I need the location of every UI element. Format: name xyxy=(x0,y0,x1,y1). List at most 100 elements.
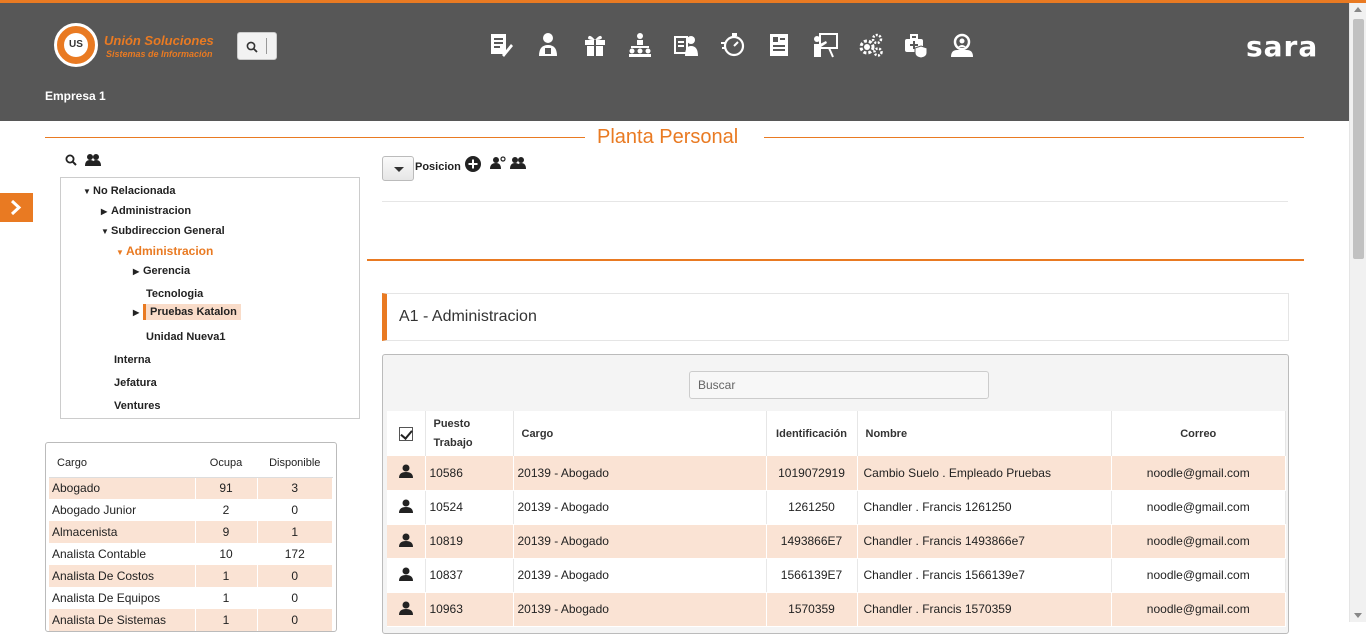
grid-search-input[interactable] xyxy=(689,371,989,399)
sara-brand-logo[interactable]: sara xyxy=(1246,30,1318,63)
cell-puesto: 10837 xyxy=(425,558,514,593)
column-header-nombre[interactable]: Nombre xyxy=(857,411,1112,456)
global-search-button[interactable] xyxy=(237,32,277,60)
cell-cargo: 20139 - Abogado xyxy=(513,558,767,593)
caret-right-icon: ▶ xyxy=(101,207,108,216)
cell-nombre: Chandler . Francis 1261250 xyxy=(857,490,1112,525)
table-row[interactable]: Analista De Sistemas 1 0 xyxy=(49,609,333,631)
table-row[interactable]: 10819 20139 - Abogado 1493866E7 Chandler… xyxy=(387,524,1286,559)
table-row[interactable]: Almacenista 9 1 xyxy=(49,521,333,543)
table-row[interactable]: Abogado 91 3 xyxy=(49,477,333,499)
tree-node-active[interactable]: ▼ Administracion xyxy=(116,244,213,258)
user-icon xyxy=(398,567,413,581)
row-user-icon-cell[interactable] xyxy=(387,592,426,627)
user-card-icon[interactable] xyxy=(672,31,700,59)
cell-disponible: 0 xyxy=(257,499,333,521)
cell-puesto: 10524 xyxy=(425,490,514,525)
gears-icon[interactable] xyxy=(857,31,885,59)
tree-node[interactable]: ▶ Administracion xyxy=(101,205,191,217)
column-header-cargo[interactable]: Cargo xyxy=(513,411,767,456)
cell-disponible: 172 xyxy=(257,543,333,565)
cell-nombre: Chandler . Francis 1570359 xyxy=(857,592,1112,627)
column-header-ocupa[interactable]: Ocupa xyxy=(195,449,257,478)
column-header-cargo[interactable]: Cargo xyxy=(49,449,195,478)
stopwatch-icon[interactable] xyxy=(719,31,747,59)
position-dropdown-button[interactable] xyxy=(382,156,414,181)
table-row[interactable]: 10837 20139 - Abogado 1566139E7 Chandler… xyxy=(387,558,1286,593)
table-row[interactable]: Abogado Junior 2 0 xyxy=(49,499,333,521)
tree-node-label: Unidad Nueva1 xyxy=(146,331,226,343)
users-icon[interactable] xyxy=(85,153,101,166)
table-row[interactable]: Analista De Equipos 1 0 xyxy=(49,587,333,609)
scroll-down-arrow-icon[interactable] xyxy=(1354,613,1362,618)
row-user-icon-cell[interactable] xyxy=(387,490,426,525)
tree-node-selected[interactable]: ▶ Pruebas Katalon xyxy=(133,304,241,320)
user-admin-icon[interactable] xyxy=(534,31,562,59)
tree-node[interactable]: ▼ No Relacionada xyxy=(83,185,176,197)
logo-badge: US xyxy=(54,23,98,67)
tree-node[interactable]: Unidad Nueva1 xyxy=(146,331,225,343)
caret-down-icon: ▼ xyxy=(83,187,91,196)
gift-icon[interactable] xyxy=(581,31,609,59)
tree-toolbar xyxy=(65,153,115,169)
tree-node[interactable]: Jefatura xyxy=(114,377,157,389)
cell-cargo: 20139 - Abogado xyxy=(513,524,767,559)
cell-correo: noodle@gmail.com xyxy=(1111,456,1286,491)
presentation-icon[interactable] xyxy=(811,31,839,59)
cell-cargo: 20139 - Abogado xyxy=(513,456,767,491)
tree-node[interactable]: Tecnologia xyxy=(146,288,203,300)
column-header-identificacion[interactable]: Identificación xyxy=(766,411,858,456)
cargo-summary-panel: Cargo Ocupa Disponible Abogado 91 3 Abogad… xyxy=(45,442,337,632)
row-user-icon-cell[interactable] xyxy=(387,524,426,559)
table-row[interactable]: Analista De Costos 1 0 xyxy=(49,565,333,587)
unit-header: A1 - Administracion xyxy=(382,293,1289,341)
logo-title: Unión Soluciones xyxy=(104,33,214,48)
table-row[interactable]: 10586 20139 - Abogado 1019072919 Cambio … xyxy=(387,456,1286,491)
caret-right-icon: ▶ xyxy=(133,308,140,317)
cell-ocupa: 1 xyxy=(195,565,258,587)
page-scrollbar[interactable] xyxy=(1349,3,1366,622)
select-all-checkbox-header[interactable] xyxy=(387,411,426,456)
table-row[interactable]: Analista Contable 10 172 xyxy=(49,543,333,565)
document-edit-icon[interactable] xyxy=(486,31,514,59)
cell-identificacion: 1566139E7 xyxy=(766,558,858,593)
search-icon xyxy=(246,41,258,53)
cell-cargo: Analista Contable xyxy=(49,543,196,565)
org-chart-icon[interactable] xyxy=(626,31,654,59)
table-header-row: Puesto Trabajo Cargo Identificación Nomb… xyxy=(387,411,1286,456)
cell-disponible: 0 xyxy=(257,609,333,631)
sidebar-toggle-button[interactable] xyxy=(0,193,33,222)
tree-node-label: Subdireccion General xyxy=(111,225,225,237)
tree-node[interactable]: ▶ Gerencia xyxy=(133,265,190,277)
table-row[interactable]: 10524 20139 - Abogado 1261250 Chandler .… xyxy=(387,490,1286,525)
cell-ocupa: 10 xyxy=(195,543,258,565)
user-settings-icon[interactable] xyxy=(490,156,506,169)
cell-correo: noodle@gmail.com xyxy=(1111,592,1286,627)
medical-case-icon[interactable] xyxy=(902,31,930,59)
users-icon[interactable] xyxy=(510,156,526,169)
tree-node[interactable]: Ventures xyxy=(114,400,160,412)
caret-down-icon: ▼ xyxy=(101,227,109,236)
row-user-icon-cell[interactable] xyxy=(387,456,426,491)
row-user-icon-cell[interactable] xyxy=(387,558,426,593)
scrollbar-thumb[interactable] xyxy=(1353,19,1364,259)
tree-node[interactable]: ▼ Subdireccion General xyxy=(101,225,225,237)
add-circle-icon[interactable] xyxy=(465,156,481,172)
cell-ocupa: 1 xyxy=(195,587,258,609)
table-row[interactable]: 10963 20139 - Abogado 1570359 Chandler .… xyxy=(387,592,1286,627)
resume-icon[interactable] xyxy=(765,31,793,59)
user-search-icon[interactable] xyxy=(948,31,976,59)
title-rule-right xyxy=(764,137,1304,138)
cell-disponible: 0 xyxy=(257,565,333,587)
column-header-puesto[interactable]: Puesto Trabajo xyxy=(425,411,514,456)
cell-cargo: Analista De Sistemas xyxy=(49,609,196,631)
column-header-disponible[interactable]: Disponible xyxy=(257,449,333,478)
checkbox-checked-icon[interactable] xyxy=(398,426,413,441)
tree-node-label: No Relacionada xyxy=(93,185,176,197)
scroll-up-arrow-icon[interactable] xyxy=(1354,7,1362,12)
search-icon[interactable] xyxy=(65,154,77,166)
tree-node[interactable]: Interna xyxy=(114,354,151,366)
company-logo[interactable]: US Unión Soluciones Sistemas de Informac… xyxy=(54,23,224,69)
column-header-correo[interactable]: Correo xyxy=(1111,411,1286,456)
company-name[interactable]: Empresa 1 xyxy=(45,89,106,103)
